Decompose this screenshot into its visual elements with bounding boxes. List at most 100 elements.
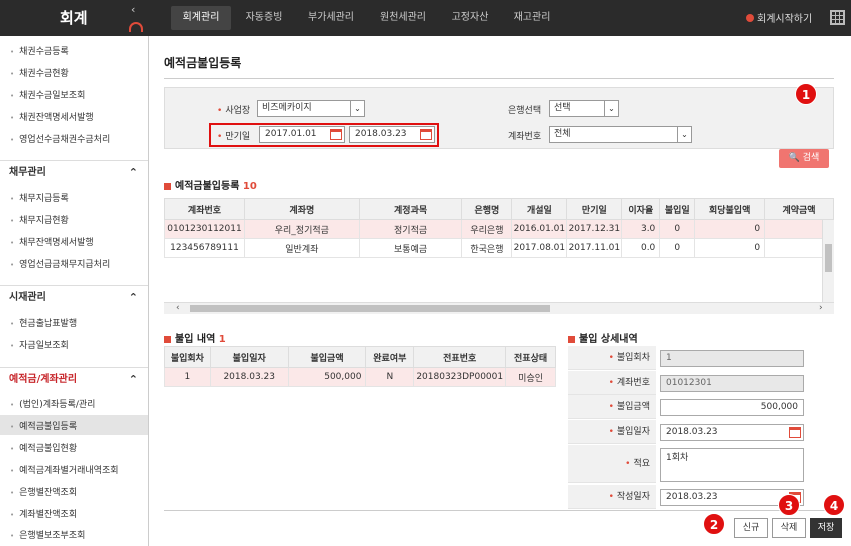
table-cell: 보통예금 [358,238,463,258]
sidebar-item[interactable]: 채무지급현황 [10,213,69,226]
column-header[interactable]: 완료여부 [365,346,415,368]
column-header[interactable]: 계약금액 [764,198,834,220]
column-header[interactable]: 불입일자 [209,346,289,368]
sidebar-item[interactable]: 은행별잔액조회 [10,485,77,498]
table-row[interactable]: 1 2018.03.23 500,000 N 20180323DP00001 미… [164,367,556,387]
tab-vat[interactable]: 부가세관리 [300,6,362,30]
chevron-up-icon: ⌃ [128,291,138,304]
table-cell: 2017.12.31 [566,219,623,239]
payment-date-input[interactable]: 2018.03.23 [660,424,804,441]
scroll-left-icon[interactable]: ‹ [176,303,180,313]
tab-auto-evidence[interactable]: 자동증빙 [238,6,290,30]
tab-fixed-assets[interactable]: 고정자산 [444,6,496,30]
account-select[interactable]: 전체 ⌄ [549,126,692,143]
sidebar-item[interactable]: 영업선급금채무지급처리 [10,257,110,270]
column-header[interactable]: 이자율 [621,198,661,220]
date-range-highlight [209,123,439,147]
divider [164,510,834,511]
sidebar-item[interactable]: (법인)계좌등록/관리 [10,397,95,410]
sidebar-item[interactable]: 영업선수금채권수금처리 [10,132,110,145]
sidebar-section-debt[interactable]: 채무관리 ⌃ [0,160,148,184]
help-link[interactable]: 회계시작하기 [746,10,812,25]
sidebar-item[interactable]: 자금일보조회 [10,338,69,351]
business-select[interactable]: 비즈메카이지 ⌄ [257,100,365,117]
table-cell: 우리은행 [461,219,513,239]
sidebar-section-deposit[interactable]: 예적금/계좌관리 ⌃ [0,367,148,391]
column-header[interactable]: 불입금액 [287,346,367,368]
column-header[interactable]: 은행명 [461,198,513,220]
calculator-icon[interactable] [830,10,845,25]
column-header[interactable]: 계정과목 [358,198,463,220]
save-button[interactable]: 저장 [810,518,842,538]
sidebar-item[interactable]: 채무잔액명세서발행 [10,235,94,248]
sidebar-item[interactable]: 채권수금일보조회 [10,88,85,101]
sidebar: 채권수금등록 채권수금현황 채권수금일보조회 채권잔액명세서발행 영업선수금채권… [0,36,149,546]
section-label: 예적금/계좌관리 [9,374,78,385]
table-row[interactable]: 0101230112011 우리_정기적금 정기적금 우리은행 2016.01.… [164,219,834,239]
chevron-up-icon: ⌃ [128,373,138,386]
sidebar-item[interactable]: 현금출납표발행 [10,316,77,329]
bank-select[interactable]: 선택 ⌄ [549,100,619,117]
calendar-icon[interactable] [789,427,801,438]
horizontal-scrollbar[interactable]: ‹ › [164,302,834,314]
chevron-down-icon: ⌄ [604,101,618,116]
table-cell: 0101230112011 [164,219,245,239]
table-cell: N [365,367,415,387]
sidebar-item[interactable]: 채권수금등록 [10,44,69,57]
column-header[interactable]: 불입회차 [164,346,211,368]
help-label: 회계시작하기 [757,14,813,25]
table-cell: 정기적금 [358,219,463,239]
callout-badge-3: 3 [778,494,800,516]
memo-textarea[interactable]: 1회차 [660,448,804,482]
table-cell: 한국은행 [461,238,513,258]
column-header[interactable]: 전표번호 [413,346,507,368]
sidebar-item-active[interactable]: 예적금불입등록 [10,419,77,432]
info-icon [746,14,754,22]
table-cell: 0 [659,238,696,258]
table-cell: 2016.01.01 [511,219,568,239]
sidebar-item[interactable]: 예적금계좌별거래내역조회 [10,463,118,476]
column-header[interactable]: 전표상태 [505,346,556,368]
column-header[interactable]: 계좌번호 [164,198,245,220]
collapse-icon[interactable]: ‹ [131,3,135,16]
headset-icon[interactable] [129,22,143,32]
sidebar-section-cash[interactable]: 시재관리 ⌃ [0,285,148,309]
sidebar-item[interactable]: 예적금불입현황 [10,441,77,454]
table-row[interactable]: 123456789111 일반계좌 보통예금 한국은행 2017.08.01 2… [164,238,834,258]
table-cell: 500,000 [287,367,367,387]
column-header[interactable]: 계좌명 [243,198,360,220]
tab-inventory[interactable]: 재고관리 [506,6,558,30]
section-label: 채무관리 [9,167,46,178]
detail-label: • 계좌번호 [568,371,656,395]
table-cell: 2017.08.01 [511,238,568,258]
sidebar-item[interactable]: 은행별보조부조회 [10,528,85,541]
detail-label: • 적요 [568,445,656,483]
deposit-table: 계좌번호 계좌명 계정과목 은행명 개설일 만기일 이자율 불입일 회당불입액 … [164,198,834,258]
delete-button[interactable]: 삭제 [772,518,806,538]
payment-list-title: 불입 내역 1 [164,330,226,345]
account-label: 계좌번호 [508,132,542,142]
vertical-scrollbar[interactable] [822,220,834,302]
table-cell: 0 [694,238,766,258]
tab-withholding[interactable]: 원천세관리 [372,6,434,30]
payment-table: 불입회차 불입일자 불입금액 완료여부 전표번호 전표상태 1 2018.03.… [164,346,556,387]
tab-accounting[interactable]: 회계관리 [171,6,231,30]
sidebar-item[interactable]: 채무지급등록 [10,191,69,204]
column-header[interactable]: 만기일 [566,198,623,220]
account-number-field: 01012301 [660,375,804,392]
sidebar-item[interactable]: 계좌별잔액조회 [10,507,77,520]
column-header[interactable]: 회당불입액 [694,198,766,220]
scroll-right-icon[interactable]: › [819,303,823,313]
page-title: 예적금불입등록 [164,56,242,70]
column-header[interactable]: 불입일 [659,198,696,220]
round-field: 1 [660,350,804,367]
search-button[interactable]: 🔍 검색 [779,149,829,168]
sidebar-item[interactable]: 채권수금현황 [10,66,69,79]
column-header[interactable]: 개설일 [511,198,568,220]
amount-input[interactable]: 500,000 [660,399,804,416]
callout-badge-4: 4 [823,494,845,516]
deposit-list-title: 예적금불입등록 10 [164,177,257,192]
new-button[interactable]: 신규 [734,518,768,538]
sidebar-item[interactable]: 채권잔액명세서발행 [10,110,94,123]
table-cell: 일반계좌 [243,238,360,258]
